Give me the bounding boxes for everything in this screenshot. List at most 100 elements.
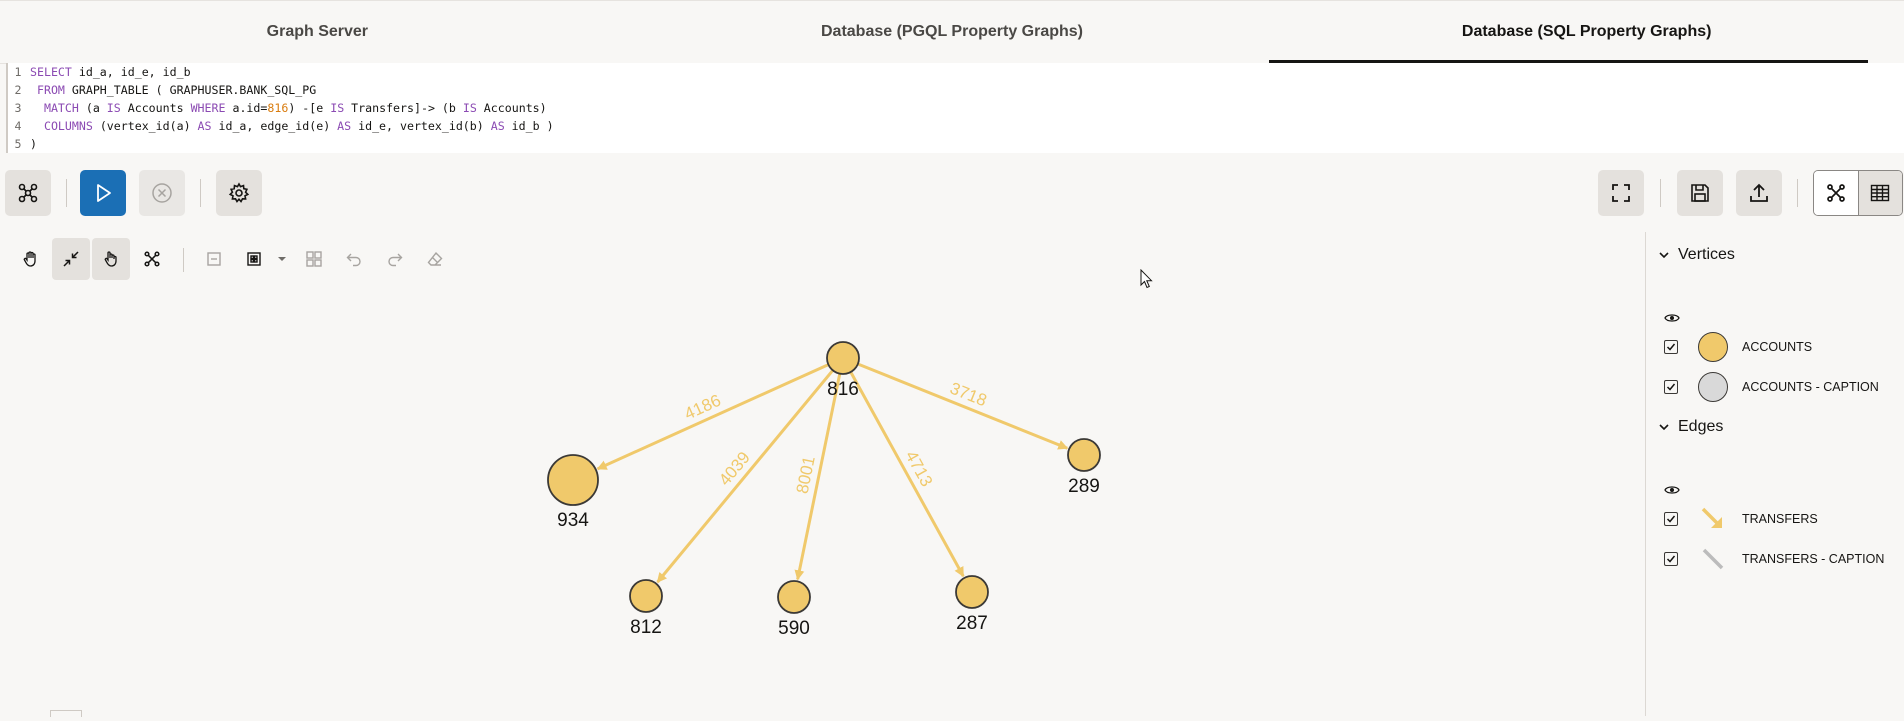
- pan-button[interactable]: [12, 238, 50, 280]
- tab-database-sql[interactable]: Database (SQL Property Graphs): [1269, 1, 1904, 63]
- tab-graph-server[interactable]: Graph Server: [0, 1, 635, 63]
- node-label: 590: [778, 618, 810, 639]
- code-token: COLUMNS: [43, 119, 93, 133]
- graph-settings-button[interactable]: [5, 170, 51, 216]
- code-line[interactable]: 4 COLUMNS (vertex_id(a) AS id_a, edge_id…: [6, 117, 1904, 135]
- code-token: AS: [197, 119, 212, 133]
- hand-select-icon: [104, 251, 117, 267]
- code-line[interactable]: 3 MATCH (a IS Accounts WHERE a.id=816) -…: [6, 99, 1904, 117]
- checkbox[interactable]: [1664, 512, 1678, 526]
- graph-visualization[interactable]: 41864039 8001 47133718 816934812 590 287289: [0, 280, 1645, 716]
- legend-item-transfers-caption[interactable]: TRANSFERS - CAPTION: [1664, 542, 1884, 576]
- accounts-swatch: [1698, 332, 1728, 362]
- line-number: 4: [14, 119, 22, 133]
- graph-node[interactable]: [1067, 438, 1101, 472]
- upload-icon: [1750, 183, 1768, 202]
- node-label: 934: [557, 510, 589, 531]
- dropdown-caret-icon: [278, 257, 286, 261]
- code-token: Accounts: [120, 101, 191, 115]
- graph-edge[interactable]: [849, 371, 965, 578]
- eraser-button[interactable]: [416, 238, 454, 280]
- graph-toolbar: [0, 238, 470, 280]
- code-line[interactable]: 5): [6, 135, 1904, 153]
- legend-label: TRANSFERS: [1742, 512, 1818, 526]
- edge-label: 3718: [947, 379, 989, 411]
- checkbox[interactable]: [1664, 380, 1678, 394]
- vertices-header[interactable]: Vertices: [1658, 246, 1735, 264]
- code-token: id_a, id_e, id_b: [71, 65, 191, 79]
- redo-icon: [388, 253, 403, 267]
- layout-grid-icon: [247, 252, 261, 266]
- edge-label: 4713: [901, 448, 936, 490]
- mouse-cursor-icon: [1140, 269, 1153, 289]
- checkbox[interactable]: [1664, 552, 1678, 566]
- run-query-button[interactable]: [80, 170, 126, 216]
- network-button[interactable]: [133, 238, 171, 280]
- chevron-down-icon: [1659, 424, 1669, 431]
- graph-view-button[interactable]: [1814, 171, 1858, 215]
- collapse-button[interactable]: [52, 238, 90, 280]
- code-token: 816: [267, 101, 289, 115]
- graph-settings-icon: [18, 183, 38, 203]
- code-token: (vertex_id(a): [92, 119, 198, 133]
- checkbox[interactable]: [1664, 340, 1678, 354]
- hand-select-button[interactable]: [92, 238, 130, 280]
- undo-icon: [346, 253, 361, 267]
- line-number: 1: [14, 65, 22, 79]
- code-token: GRAPH_TABLE ( GRAPHUSER.BANK_SQL_PG: [64, 83, 317, 97]
- tab-database-pgql[interactable]: Database (PGQL Property Graphs): [635, 1, 1270, 63]
- layout-dropdown-button[interactable]: [267, 238, 297, 280]
- code-token: id_e, vertex_id(b): [351, 119, 491, 133]
- edge-label: 4039: [715, 448, 754, 489]
- fullscreen-button[interactable]: [1598, 170, 1644, 216]
- redo-button[interactable]: [376, 238, 414, 280]
- group-button[interactable]: [295, 238, 333, 280]
- code-token: FROM: [36, 83, 65, 97]
- undo-button[interactable]: [335, 238, 373, 280]
- toolbar-divider: [200, 179, 201, 207]
- legend-item-accounts[interactable]: ACCOUNTS: [1664, 330, 1812, 364]
- run-icon: [97, 184, 111, 202]
- save-icon: [1691, 184, 1709, 202]
- settings-button[interactable]: [216, 170, 262, 216]
- code-token: AS: [490, 119, 505, 133]
- minus-box-button[interactable]: [195, 238, 233, 280]
- edges-header[interactable]: Edges: [1658, 418, 1723, 436]
- graph-node[interactable]: [547, 454, 599, 506]
- code-token: ): [30, 137, 37, 151]
- edges-title: Edges: [1678, 418, 1724, 435]
- table-view-icon: [1871, 184, 1890, 202]
- eye-icon: [1664, 486, 1680, 494]
- node-label: 816: [827, 379, 859, 400]
- upload-button[interactable]: [1736, 170, 1782, 216]
- graph-node[interactable]: [629, 579, 663, 613]
- graph-canvas[interactable]: 4186 4039 8001 4713 3718 816 934 812 590 287 289: [0, 280, 1645, 716]
- table-view-button[interactable]: [1857, 171, 1902, 215]
- save-button[interactable]: [1677, 170, 1723, 216]
- code-token: IS: [330, 101, 345, 115]
- graph-edge[interactable]: [857, 362, 1069, 450]
- cancel-query-button[interactable]: [139, 170, 185, 216]
- legend-item-accounts-caption[interactable]: ACCOUNTS - CAPTION: [1664, 370, 1879, 404]
- code-token: (a: [78, 101, 107, 115]
- graph-node[interactable]: [955, 575, 989, 609]
- code-line[interactable]: 2 FROM GRAPH_TABLE ( GRAPHUSER.BANK_SQL_…: [6, 81, 1904, 99]
- code-token: AS: [337, 119, 352, 133]
- query-editor[interactable]: 1 SELECT id_a, id_e, id_b 2 FROM GRAPH_TAB…: [6, 63, 1904, 153]
- graph-node[interactable]: [777, 580, 811, 614]
- toolbar-divider: [1797, 179, 1798, 207]
- code-token: id_a, edge_id(e): [211, 119, 338, 133]
- vertices-title: Vertices: [1678, 246, 1735, 263]
- code-token: Accounts): [476, 101, 547, 115]
- legend-label: ACCOUNTS - CAPTION: [1742, 380, 1879, 394]
- legend-item-transfers[interactable]: TRANSFERS: [1664, 502, 1818, 536]
- node-label: 289: [1068, 476, 1100, 497]
- group-icon: [306, 251, 322, 267]
- graph-node[interactable]: [826, 341, 860, 375]
- node-label: 812: [630, 617, 662, 638]
- code-line[interactable]: 1 SELECT id_a, id_e, id_b: [6, 63, 1904, 81]
- toolbar-divider: [1660, 179, 1661, 207]
- hand-icon: [23, 251, 36, 267]
